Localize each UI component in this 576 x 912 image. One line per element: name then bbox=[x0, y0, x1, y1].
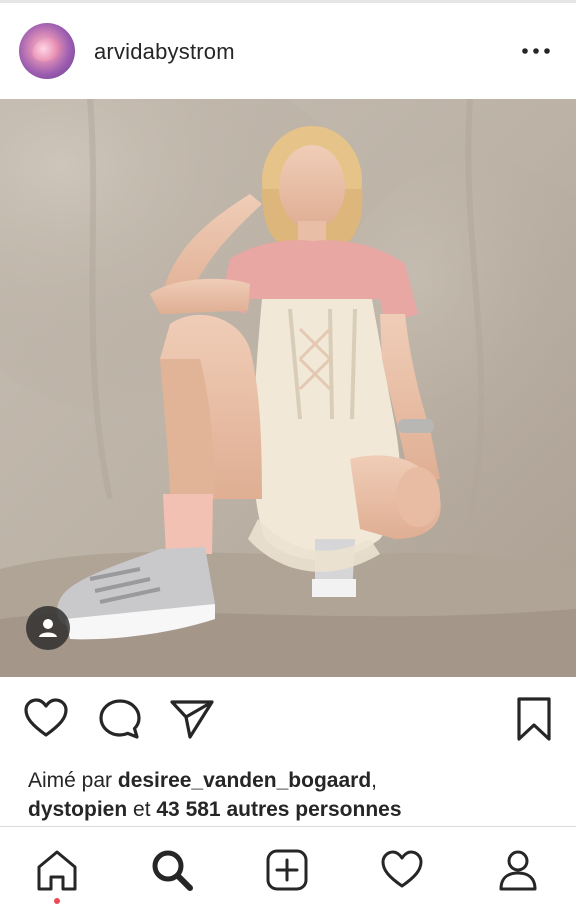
more-horizontal-icon[interactable] bbox=[520, 41, 552, 61]
comment-bubble-icon[interactable] bbox=[96, 695, 144, 743]
avatar-image bbox=[29, 34, 65, 66]
likes-summary: Aimé par desiree_vanden_bogaard, dystopi… bbox=[28, 766, 568, 824]
paper-plane-icon[interactable] bbox=[168, 695, 216, 743]
likes-conjunction: et bbox=[127, 798, 157, 821]
bottom-tab-bar bbox=[0, 826, 576, 912]
user-tag-icon bbox=[39, 619, 57, 637]
heart-icon[interactable] bbox=[22, 695, 70, 743]
search-icon[interactable] bbox=[149, 847, 195, 893]
bookmark-icon[interactable] bbox=[510, 695, 558, 743]
photo-illustration bbox=[0, 99, 576, 677]
likes-comma: , bbox=[371, 769, 377, 792]
activity-heart-icon[interactable] bbox=[379, 847, 425, 893]
likes-prefix: Aimé par bbox=[28, 769, 118, 792]
post-actions bbox=[0, 677, 576, 757]
user-tag-button[interactable] bbox=[26, 606, 70, 650]
profile-icon[interactable] bbox=[495, 847, 541, 893]
post-username[interactable]: arvidabystrom bbox=[94, 39, 235, 65]
home-icon[interactable] bbox=[34, 847, 80, 893]
liker-username-2[interactable]: dystopien bbox=[28, 798, 127, 821]
notification-dot bbox=[54, 898, 60, 904]
profile-avatar[interactable] bbox=[19, 23, 75, 79]
post-header: arvidabystrom bbox=[0, 3, 576, 99]
post-photo[interactable] bbox=[0, 99, 576, 677]
add-post-icon[interactable] bbox=[264, 847, 310, 893]
likes-others-link[interactable]: 43 581 autres personnes bbox=[156, 798, 401, 821]
liker-username-1[interactable]: desiree_vanden_bogaard bbox=[118, 769, 371, 792]
